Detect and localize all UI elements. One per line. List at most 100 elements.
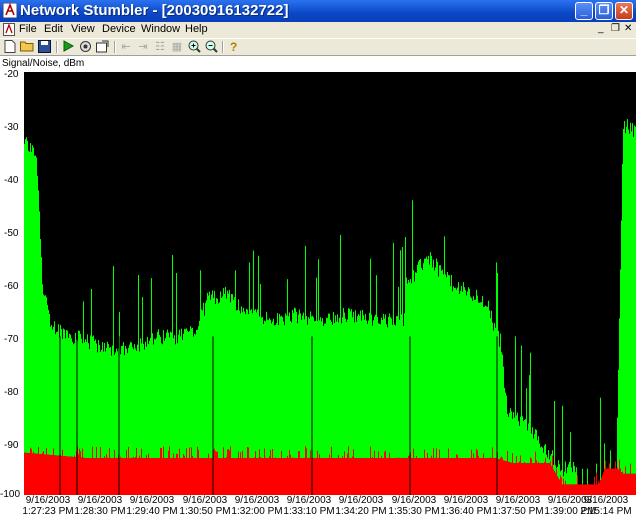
noise-bar	[593, 484, 594, 495]
noise-bar	[140, 457, 141, 495]
menu-edit[interactable]: Edit	[44, 23, 63, 35]
noise-bar	[412, 457, 413, 495]
close-button[interactable]: ✕	[615, 2, 633, 20]
signal-bar	[504, 387, 505, 461]
scan-options-icon[interactable]	[78, 40, 92, 54]
new-file-icon[interactable]	[3, 40, 17, 54]
save-icon[interactable]	[37, 40, 51, 54]
signal-bar	[333, 311, 334, 458]
noise-bar	[565, 480, 566, 495]
noise-bar	[275, 457, 276, 495]
open-folder-icon[interactable]	[20, 40, 34, 54]
noise-bar	[121, 457, 122, 495]
noise-bar	[110, 457, 111, 495]
noise-bar	[361, 457, 362, 495]
noise-bar	[252, 457, 253, 495]
title-bar[interactable]: Network Stumbler - [20030916132722] _ ❐ …	[0, 0, 636, 22]
next-node-icon[interactable]: ⇥	[136, 40, 150, 54]
menu-file[interactable]: File	[19, 23, 37, 35]
signal-bar	[228, 293, 229, 458]
signal-bar	[56, 332, 57, 456]
noise-bar	[413, 448, 414, 495]
noise-bar	[439, 449, 440, 495]
menu-window[interactable]: Window	[141, 23, 180, 35]
noise-bar	[589, 484, 590, 495]
signal-bar	[239, 310, 240, 458]
noise-bar	[423, 457, 424, 495]
signal-bar	[232, 294, 233, 458]
signal-bar	[110, 347, 111, 458]
noise-bar	[416, 456, 417, 495]
signal-bar	[406, 277, 407, 458]
export-icon[interactable]	[95, 40, 109, 54]
noise-bar	[204, 457, 205, 495]
zoom-in-icon[interactable]	[187, 40, 201, 54]
signal-bar	[432, 267, 433, 458]
signal-bar	[530, 352, 531, 464]
signal-bar	[129, 344, 130, 458]
signal-bar	[290, 321, 291, 458]
signal-bar	[632, 123, 633, 474]
signal-bar	[30, 143, 31, 454]
signal-bar	[41, 257, 42, 455]
play-icon[interactable]	[61, 40, 75, 54]
noise-bar	[268, 457, 269, 495]
help-icon[interactable]: ?	[227, 40, 241, 54]
grid-icon[interactable]: ▦	[170, 40, 184, 54]
noise-bar	[68, 456, 69, 495]
signal-bar	[137, 344, 138, 458]
noise-bar	[279, 457, 280, 495]
minimize-button[interactable]: _	[575, 2, 593, 20]
signal-bar	[268, 320, 269, 458]
signal-bar	[334, 322, 335, 458]
noise-bar	[393, 457, 394, 495]
prev-node-icon[interactable]: ⇤	[119, 40, 133, 54]
signal-bar	[587, 468, 588, 485]
signal-bar	[568, 464, 569, 485]
noise-bar	[618, 469, 619, 495]
signal-bar	[74, 343, 75, 458]
noise-bar	[136, 447, 137, 495]
signal-bar	[28, 150, 29, 454]
noise-bar	[626, 473, 627, 495]
signal-bar	[280, 316, 281, 458]
signal-bar	[251, 309, 252, 458]
document-icon[interactable]	[3, 23, 15, 36]
signal-bar	[534, 433, 535, 464]
noise-bar	[37, 453, 38, 495]
menu-device[interactable]: Device	[102, 23, 136, 35]
signal-bar	[468, 287, 469, 458]
noise-bar	[528, 463, 529, 495]
noise-bar	[164, 457, 165, 495]
noise-bar	[333, 457, 334, 495]
noise-bar	[431, 455, 432, 495]
signal-bar	[449, 275, 450, 458]
child-close-icon[interactable]: ✕	[624, 23, 632, 34]
noise-bar	[499, 459, 500, 495]
signal-bar	[559, 464, 560, 480]
noise-bar	[89, 457, 90, 495]
maximize-button[interactable]: ❐	[595, 2, 613, 20]
tree-icon[interactable]: ☷	[153, 40, 167, 54]
menu-view[interactable]: View	[71, 23, 95, 35]
noise-bar	[282, 457, 283, 495]
signal-bar	[492, 322, 493, 458]
noise-bar	[288, 457, 289, 495]
noise-bar	[403, 457, 404, 495]
child-restore-icon[interactable]: ❐	[611, 23, 620, 34]
noise-bar	[470, 457, 471, 495]
noise-bar	[374, 450, 375, 495]
child-minimize-icon[interactable]: _	[598, 23, 604, 34]
signal-bar	[269, 318, 270, 458]
signal-bar	[544, 445, 545, 464]
x-tick-label: 9/16/2003 1:35:30 PM	[388, 495, 440, 517]
noise-bar	[283, 457, 284, 495]
menu-help[interactable]: Help	[185, 23, 208, 35]
zoom-out-icon[interactable]	[204, 40, 218, 54]
signal-bar	[345, 318, 346, 458]
signal-bar	[63, 328, 64, 457]
noise-bar	[233, 457, 234, 495]
signal-bar	[509, 412, 510, 463]
noise-bar	[97, 457, 98, 495]
signal-bar	[294, 307, 295, 458]
